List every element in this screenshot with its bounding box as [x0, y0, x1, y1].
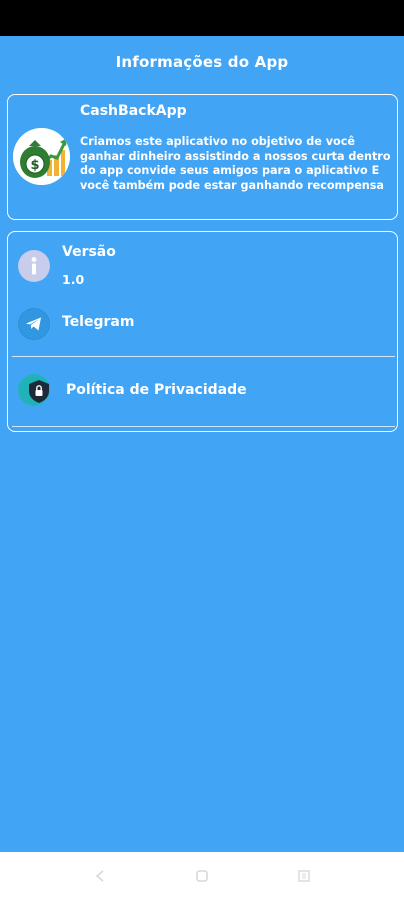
system-nav-bar: [0, 852, 404, 900]
page-title: Informações do App: [115, 53, 289, 71]
app-bar: Informações do App: [0, 36, 404, 88]
version-label: Versão: [62, 244, 116, 260]
app-name: CashBackApp: [80, 103, 187, 119]
divider: [12, 356, 395, 357]
recents-icon[interactable]: [294, 866, 314, 886]
version-value: 1.0: [62, 272, 85, 287]
divider: [12, 426, 395, 427]
home-icon[interactable]: [192, 866, 212, 886]
version-row: Versão 1.0: [8, 242, 397, 302]
shield-lock-icon: [18, 374, 50, 406]
svg-text:$: $: [30, 158, 39, 173]
privacy-policy-label: Política de Privacidade: [66, 382, 247, 398]
app-description: Criamos este aplicativo no objetivo de v…: [80, 135, 391, 192]
app-info-card: $ CashBackApp Criamos este aplicativo no…: [7, 94, 398, 220]
telegram-row[interactable]: Telegram: [8, 304, 397, 344]
telegram-label: Telegram: [62, 314, 135, 330]
money-growth-icon: $: [13, 128, 70, 185]
app-details-card: Versão 1.0 Telegram Política de Privacid…: [7, 231, 398, 432]
info-icon: [18, 250, 50, 282]
telegram-icon: [18, 308, 50, 340]
back-icon[interactable]: [90, 866, 110, 886]
status-bar: [0, 0, 404, 36]
privacy-policy-row[interactable]: Política de Privacidade: [8, 370, 397, 414]
